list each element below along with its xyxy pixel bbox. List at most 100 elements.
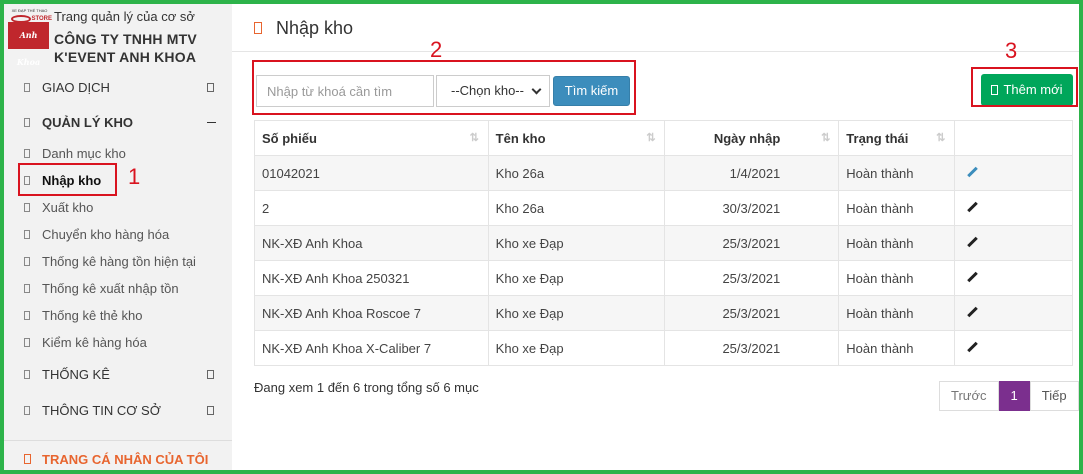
column-header-warehouse[interactable]: Tên kho ⇅ [487, 120, 666, 156]
check-icon [24, 338, 30, 347]
info-icon [24, 406, 30, 415]
cell-actions [954, 330, 1073, 366]
sidebar-item-inventory-flow[interactable]: Thống kê xuất nhập tồn [4, 276, 232, 302]
edit-icon[interactable] [967, 272, 978, 283]
cell-code: NK-XĐ Anh Khoa 250321 [254, 260, 489, 296]
stock-out-icon [24, 203, 30, 212]
annotation-box-3 [971, 67, 1078, 107]
edit-icon[interactable] [967, 307, 978, 318]
org-name: CÔNG TY TNHH MTV K'EVENT ANH KHOA [54, 31, 197, 65]
annotation-label-3: 3 [1005, 38, 1018, 63]
table-header-row: Số phiếu ⇅ Tên kho ⇅ Ngày nhập ⇅ Trạng thái… [254, 120, 1073, 156]
pagination: Trước 1 Tiếp [939, 381, 1079, 411]
sidebar-item-stock-out[interactable]: Xuất kho [4, 195, 232, 221]
cell-code: NK-XĐ Anh Khoa Roscoe 7 [254, 295, 489, 331]
app-frame: XE ĐẠP THỂ THAO STORE Anh Khoa Trang quả… [0, 0, 1083, 474]
logo-brand: Anh Khoa [8, 22, 49, 67]
cell-code: 2 [254, 190, 489, 226]
annotation-label-1: 1 [128, 164, 141, 189]
sidebar-item-transfer[interactable]: Chuyển kho hàng hóa [4, 222, 232, 248]
cell-date: 30/3/2021 [664, 190, 840, 226]
table-row: NK-XĐ Anh Khoa 250321 Kho xe Đạp 25/3/20… [254, 260, 1073, 296]
cell-warehouse: Kho xe Đạp [487, 225, 666, 261]
cell-code: NK-XĐ Anh Khoa X-Caliber 7 [254, 330, 489, 366]
pagination-page-current[interactable]: 1 [998, 381, 1030, 411]
cell-warehouse: Kho xe Đạp [487, 260, 666, 296]
sort-icon: ⇅ [469, 132, 479, 144]
sort-icon: ⇅ [936, 132, 946, 144]
sidebar-item-warehouse[interactable]: QUẢN LÝ KHO [4, 110, 232, 136]
edit-icon[interactable] [967, 237, 978, 248]
page-header: Nhập kho [232, 4, 1079, 52]
pagination-next[interactable]: Tiếp [1029, 381, 1079, 411]
column-header-actions [954, 120, 1073, 156]
annotation-box-2 [252, 60, 636, 115]
annotation-label-2: 2 [430, 37, 443, 62]
cell-status: Hoàn thành [838, 295, 956, 331]
table-row: NK-XĐ Anh Khoa Roscoe 7 Kho xe Đạp 25/3/… [254, 295, 1073, 331]
cell-status: Hoàn thành [838, 190, 956, 226]
cell-warehouse: Kho 26a [487, 155, 666, 191]
table-row: NK-XĐ Anh Khoa Kho xe Đạp 25/3/2021 Hoàn… [254, 225, 1073, 261]
sidebar-item-label: THỐNG KÊ [42, 367, 110, 382]
cell-actions [954, 190, 1073, 226]
cell-date: 25/3/2021 [664, 225, 840, 261]
sidebar-item-facility-info[interactable]: THÔNG TIN CƠ SỞ [4, 398, 232, 424]
sort-icon: ⇅ [646, 132, 656, 144]
sidebar-item-label: GIAO DỊCH [42, 80, 110, 95]
cell-actions [954, 295, 1073, 331]
sidebar-item-label: Thống kê hàng tồn hiện tại [42, 254, 196, 269]
column-header-date[interactable]: Ngày nhập ⇅ [664, 120, 840, 156]
edit-icon[interactable] [967, 167, 978, 178]
sidebar-item-statistics[interactable]: THỐNG KÊ [4, 362, 232, 388]
cell-status: Hoàn thành [838, 330, 956, 366]
sidebar-divider [4, 440, 232, 441]
sort-icon: ⇅ [821, 132, 831, 144]
report-icon [24, 284, 30, 293]
cell-date: 1/4/2021 [664, 155, 840, 191]
sidebar-item-label: Thống kê xuất nhập tồn [42, 281, 179, 296]
org-subtitle: Trang quản lý của cơ sở [54, 9, 195, 24]
column-header-code[interactable]: Số phiếu ⇅ [254, 120, 489, 156]
page-icon [254, 22, 262, 34]
sidebar-item-personal[interactable]: TRANG CÁ NHÂN CỦA TÔI [24, 452, 208, 467]
cell-date: 25/3/2021 [664, 260, 840, 296]
expand-icon [207, 406, 214, 415]
sidebar-item-label: QUẢN LÝ KHO [42, 115, 133, 130]
table-row: 2 Kho 26a 30/3/2021 Hoàn thành [254, 190, 1073, 226]
warehouse-icon [24, 118, 30, 127]
stock-in-table: Số phiếu ⇅ Tên kho ⇅ Ngày nhập ⇅ Trạng thái… [254, 120, 1073, 366]
transfer-icon [24, 230, 30, 239]
sidebar-item-label: TRANG CÁ NHÂN CỦA TÔI [42, 452, 209, 467]
cell-actions [954, 225, 1073, 261]
user-icon [24, 454, 31, 464]
cell-actions [954, 155, 1073, 191]
table-row: NK-XĐ Anh Khoa X-Caliber 7 Kho xe Đạp 25… [254, 330, 1073, 366]
expand-icon [207, 83, 214, 92]
cell-warehouse: Kho xe Đạp [487, 295, 666, 331]
expand-icon [207, 370, 214, 379]
cell-status: Hoàn thành [838, 155, 956, 191]
report-icon [24, 311, 30, 320]
sidebar-item-stock-card[interactable]: Thống kê thẻ kho [4, 303, 232, 329]
pagination-prev[interactable]: Trước [939, 381, 999, 411]
cell-code: 01042021 [254, 155, 489, 191]
column-header-status[interactable]: Trạng thái ⇅ [838, 120, 956, 156]
edit-icon[interactable] [967, 342, 978, 353]
sidebar: XE ĐẠP THỂ THAO STORE Anh Khoa Trang quả… [4, 4, 232, 470]
cell-warehouse: Kho 26a [487, 190, 666, 226]
list-icon [24, 149, 30, 158]
cell-warehouse: Kho xe Đạp [487, 330, 666, 366]
cell-date: 25/3/2021 [664, 330, 840, 366]
edit-icon[interactable] [967, 202, 978, 213]
transactions-icon [24, 83, 30, 92]
cell-code: NK-XĐ Anh Khoa [254, 225, 489, 261]
logo-tagline: XE ĐẠP THỂ THAO [11, 8, 48, 13]
sidebar-item-label: THÔNG TIN CƠ SỞ [42, 403, 161, 418]
sidebar-item-stocktake[interactable]: Kiểm kê hàng hóa [4, 330, 232, 356]
sidebar-item-transactions[interactable]: GIAO DỊCH [4, 75, 232, 101]
cell-date: 25/3/2021 [664, 295, 840, 331]
sidebar-item-label: Kiểm kê hàng hóa [42, 335, 147, 350]
sidebar-item-inventory-current[interactable]: Thống kê hàng tồn hiện tại [4, 249, 232, 275]
statistics-icon [24, 370, 30, 379]
